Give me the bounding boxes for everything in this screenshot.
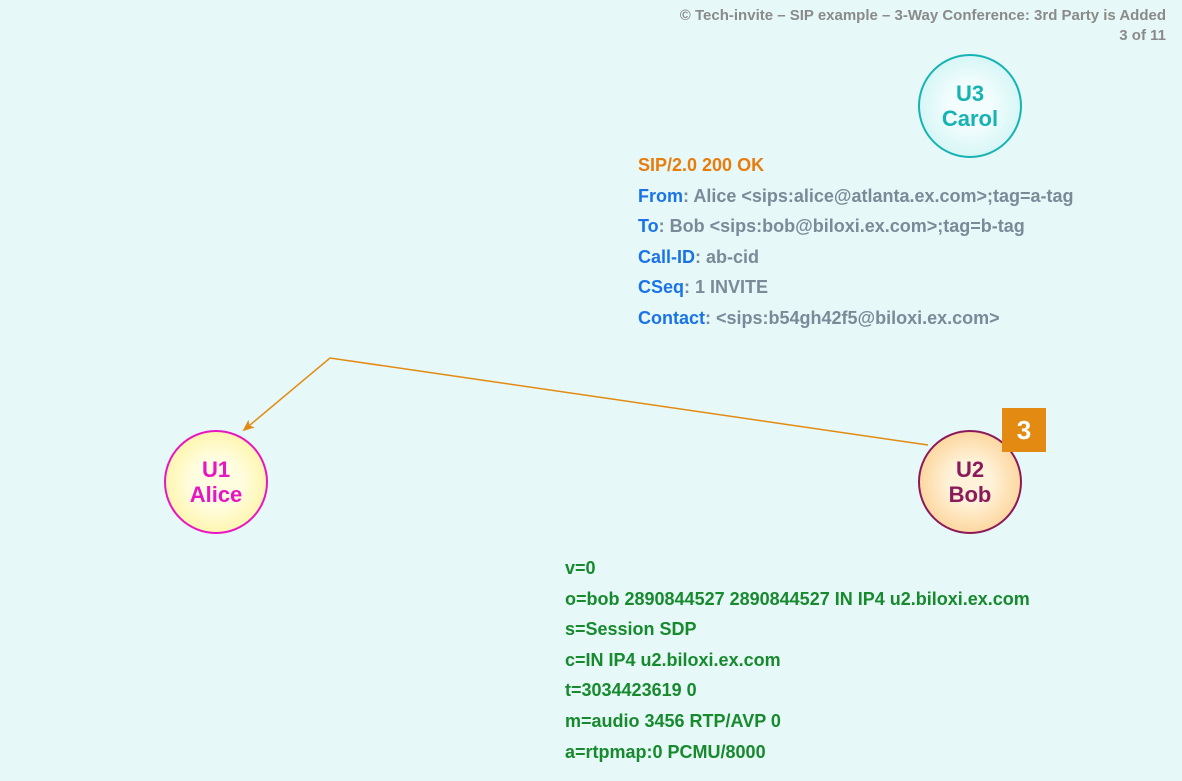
sdp-line-o: o=bob 2890844527 2890844527 IN IP4 u2.bi… <box>565 584 1030 615</box>
sip-from-row: From: Alice <sips:alice@atlanta.ex.com>;… <box>638 181 1074 212</box>
sip-from-value: : Alice <sips:alice@atlanta.ex.com>;tag=… <box>683 186 1074 206</box>
node-bob-id: U2 <box>956 457 984 482</box>
step-number: 3 <box>1017 415 1031 446</box>
node-alice: U1 Alice <box>164 430 268 534</box>
sip-cseq-label: CSeq <box>638 277 684 297</box>
node-carol-id: U3 <box>956 81 984 106</box>
sip-cseq-value: : 1 INVITE <box>684 277 768 297</box>
copyright-text: © Tech-invite – SIP example – 3-Way Conf… <box>680 7 1166 24</box>
sip-contact-row: Contact: <sips:b54gh42f5@biloxi.ex.com> <box>638 303 1074 334</box>
sip-callid-label: Call-ID <box>638 247 695 267</box>
sdp-body: v=0 o=bob 2890844527 2890844527 IN IP4 u… <box>565 553 1030 767</box>
sdp-line-m: m=audio 3456 RTP/AVP 0 <box>565 706 1030 737</box>
diagram-stage: © Tech-invite – SIP example – 3-Way Conf… <box>0 0 1182 781</box>
node-alice-name: Alice <box>190 482 243 507</box>
page-indicator: 3 of 11 <box>680 26 1166 46</box>
node-carol-name: Carol <box>942 106 998 131</box>
sdp-line-s: s=Session SDP <box>565 614 1030 645</box>
node-bob-name: Bob <box>949 482 992 507</box>
sip-cseq-row: CSeq: 1 INVITE <box>638 272 1074 303</box>
sip-status-line: SIP/2.0 200 OK <box>638 150 1074 181</box>
sip-contact-label: Contact <box>638 308 705 328</box>
sip-to-value: : Bob <sips:bob@biloxi.ex.com>;tag=b-tag <box>659 216 1025 236</box>
node-carol: U3 Carol <box>918 54 1022 158</box>
sip-to-label: To <box>638 216 659 236</box>
sip-callid-row: Call-ID: ab-cid <box>638 242 1074 273</box>
sip-contact-value: : <sips:b54gh42f5@biloxi.ex.com> <box>705 308 1000 328</box>
sdp-line-t: t=3034423619 0 <box>565 675 1030 706</box>
node-alice-id: U1 <box>202 457 230 482</box>
sip-message: SIP/2.0 200 OK From: Alice <sips:alice@a… <box>638 150 1074 334</box>
step-badge: 3 <box>1002 408 1046 452</box>
sip-callid-value: : ab-cid <box>695 247 759 267</box>
diagram-header: © Tech-invite – SIP example – 3-Way Conf… <box>680 6 1166 47</box>
sip-to-row: To: Bob <sips:bob@biloxi.ex.com>;tag=b-t… <box>638 211 1074 242</box>
sdp-line-v: v=0 <box>565 553 1030 584</box>
sdp-line-a: a=rtpmap:0 PCMU/8000 <box>565 737 1030 768</box>
sdp-line-c: c=IN IP4 u2.biloxi.ex.com <box>565 645 1030 676</box>
sip-from-label: From <box>638 186 683 206</box>
